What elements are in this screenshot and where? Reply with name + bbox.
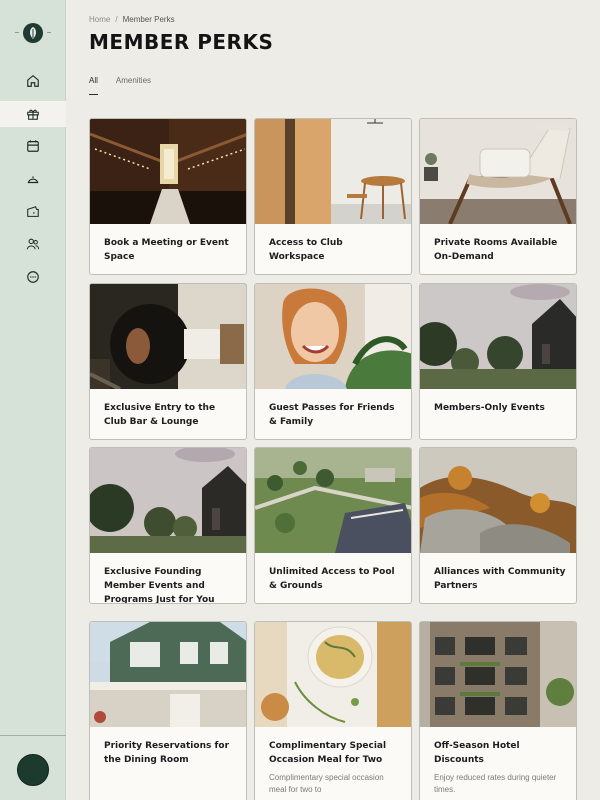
perk-title: Access to Club Workspace bbox=[269, 238, 343, 262]
breadcrumb-separator: / bbox=[115, 15, 118, 24]
sidebar-item-messages[interactable] bbox=[0, 264, 66, 290]
tab-amenities[interactable]: Amenities bbox=[116, 76, 151, 95]
sidebar-divider bbox=[0, 735, 66, 736]
home-icon bbox=[27, 75, 39, 87]
perk-title: Guest Passes for Friends & Family bbox=[269, 403, 395, 427]
breadcrumb-current: Member Perks bbox=[122, 15, 175, 24]
page-title: MEMBER PERKS bbox=[89, 30, 274, 54]
sidebar-item-tickets[interactable] bbox=[0, 199, 66, 225]
members-events-image bbox=[420, 284, 576, 389]
perk-title: Exclusive Founding Member Events and Pro… bbox=[104, 567, 215, 604]
tab-all[interactable]: All bbox=[89, 76, 98, 95]
logo-ornament-right bbox=[47, 32, 51, 33]
perk-card[interactable]: Off-Season Hotel Discounts Enjoy reduced… bbox=[419, 621, 577, 800]
perk-card[interactable]: Complimentary Special Occasion Meal for … bbox=[254, 621, 412, 800]
gift-icon bbox=[27, 109, 39, 120]
tab-bar: All Amenities bbox=[89, 76, 151, 95]
sidebar bbox=[0, 0, 66, 800]
barn-venue-image bbox=[90, 119, 246, 224]
perk-title: Exclusive Entry to the Club Bar & Lounge bbox=[104, 403, 216, 427]
perk-title: Unlimited Access to Pool & Grounds bbox=[269, 567, 395, 591]
community-partners-image bbox=[420, 448, 576, 553]
perk-title: Private Rooms Available On-Demand bbox=[434, 238, 558, 262]
private-room-image bbox=[420, 119, 576, 224]
breadcrumb-home[interactable]: Home bbox=[89, 15, 110, 24]
sidebar-item-perks[interactable] bbox=[0, 101, 66, 127]
perk-description: Enjoy reduced rates during quieter times… bbox=[434, 773, 557, 794]
perk-card[interactable]: Exclusive Founding Member Events and Pro… bbox=[89, 447, 247, 604]
perk-card[interactable]: Members-Only Events bbox=[419, 283, 577, 440]
ticket-icon bbox=[27, 206, 39, 217]
perk-title: Book a Meeting or Event Space bbox=[104, 238, 229, 262]
sidebar-item-home[interactable] bbox=[0, 68, 66, 94]
perk-card[interactable]: Exclusive Entry to the Club Bar & Lounge bbox=[89, 283, 247, 440]
perk-title: Complimentary Special Occasion Meal for … bbox=[269, 741, 387, 765]
chat-icon bbox=[27, 271, 39, 283]
perk-card[interactable]: Guest Passes for Friends & Family bbox=[254, 283, 412, 440]
perk-card[interactable]: Priority Reservations for the Dining Roo… bbox=[89, 621, 247, 800]
perk-title: Alliances with Community Partners bbox=[434, 567, 566, 591]
people-icon bbox=[26, 238, 40, 250]
logo-ornament-left bbox=[15, 32, 19, 33]
dining-room-image bbox=[90, 622, 246, 727]
perk-title: Priority Reservations for the Dining Roo… bbox=[104, 741, 230, 765]
dining-cloche-icon bbox=[27, 176, 39, 184]
hotel-image bbox=[420, 622, 576, 727]
perk-card[interactable]: Book a Meeting or Event Space bbox=[89, 118, 247, 275]
perk-description: Complimentary special occasion meal for … bbox=[269, 773, 384, 794]
logo-leaf-icon[interactable] bbox=[23, 23, 43, 43]
perk-title: Off-Season Hotel Discounts bbox=[434, 741, 520, 765]
occasion-meal-image bbox=[255, 622, 411, 727]
perk-title: Members-Only Events bbox=[434, 403, 545, 413]
perk-card[interactable]: Alliances with Community Partners bbox=[419, 447, 577, 604]
guest-portrait-image bbox=[255, 284, 411, 389]
club-bar-image bbox=[90, 284, 246, 389]
workspace-image bbox=[255, 119, 411, 224]
sidebar-item-members[interactable] bbox=[0, 231, 66, 257]
pool-grounds-image bbox=[255, 448, 411, 553]
perk-card[interactable]: Private Rooms Available On-Demand bbox=[419, 118, 577, 275]
sidebar-item-events[interactable] bbox=[0, 133, 66, 159]
perk-card[interactable]: Unlimited Access to Pool & Grounds bbox=[254, 447, 412, 604]
founding-events-image bbox=[90, 448, 246, 553]
calendar-icon bbox=[27, 140, 39, 152]
user-avatar[interactable] bbox=[17, 754, 49, 786]
sidebar-item-dining[interactable] bbox=[0, 166, 66, 192]
perk-card[interactable]: Access to Club Workspace bbox=[254, 118, 412, 275]
breadcrumb: Home / Member Perks bbox=[89, 15, 175, 24]
